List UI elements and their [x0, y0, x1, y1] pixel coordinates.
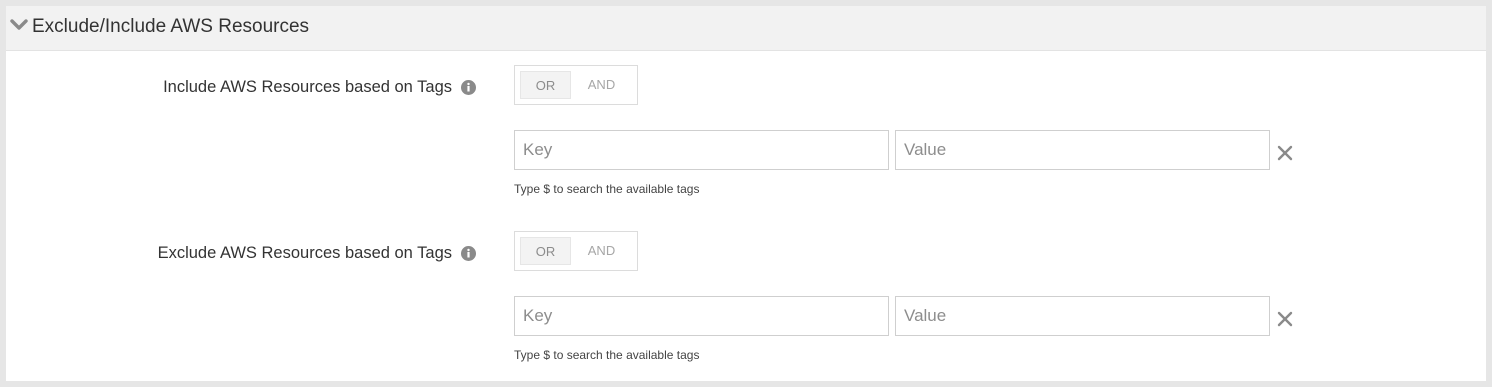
include-operator-toggle: OR AND: [514, 65, 638, 105]
close-icon[interactable]: [1276, 310, 1294, 328]
exclude-value-input[interactable]: [895, 296, 1270, 336]
chevron-down-icon[interactable]: [10, 19, 28, 31]
exclude-operator-toggle: OR AND: [514, 231, 638, 271]
include-and-button[interactable]: AND: [576, 71, 627, 99]
exclude-key-input[interactable]: [514, 296, 889, 336]
exclude-or-button[interactable]: OR: [520, 237, 571, 265]
include-key-input[interactable]: [514, 130, 889, 170]
section-title: Exclude/Include AWS Resources: [32, 16, 310, 37]
info-icon[interactable]: [461, 246, 476, 261]
aws-resources-panel: Exclude/Include AWS Resources Include AW…: [6, 6, 1486, 381]
exclude-tags-label: Exclude AWS Resources based on Tags: [157, 244, 452, 262]
close-icon[interactable]: [1276, 144, 1294, 162]
include-value-input[interactable]: [895, 130, 1270, 170]
include-hint-text: Type $ to search the available tags: [514, 182, 700, 196]
include-tags-label: Include AWS Resources based on Tags: [163, 78, 452, 96]
section-header-toggle[interactable]: Exclude/Include AWS Resources: [6, 6, 1486, 51]
include-or-button[interactable]: OR: [520, 71, 571, 99]
exclude-hint-text: Type $ to search the available tags: [514, 348, 700, 362]
info-icon[interactable]: [461, 80, 476, 95]
exclude-and-button[interactable]: AND: [576, 237, 627, 265]
